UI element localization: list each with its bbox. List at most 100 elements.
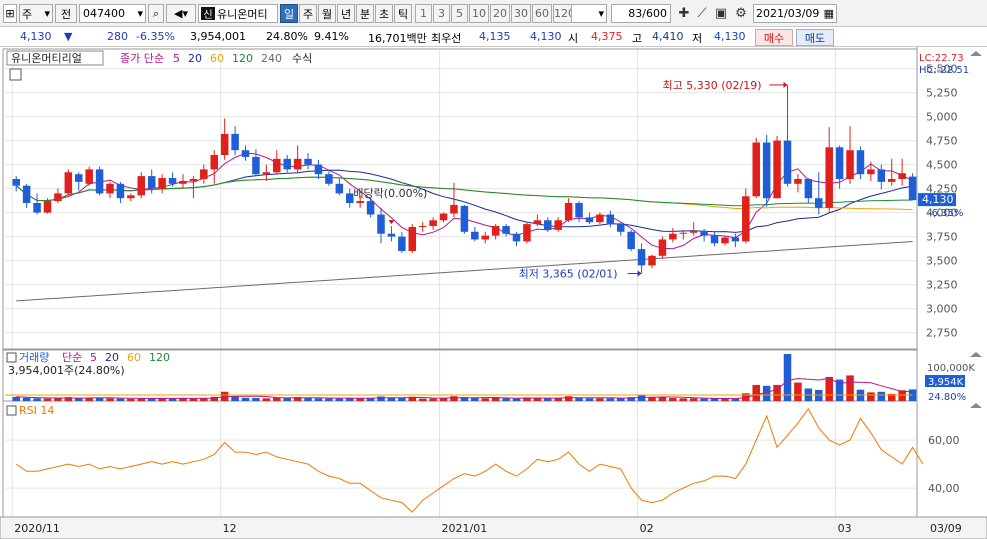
candle-body bbox=[262, 172, 271, 175]
period-button-5[interactable]: 초 bbox=[375, 4, 393, 23]
candle-body bbox=[127, 195, 135, 199]
volume-bar bbox=[43, 398, 52, 401]
range-button[interactable]: 전 bbox=[55, 4, 77, 23]
ma-label: 종가 단순 bbox=[120, 52, 164, 65]
stock-code-input[interactable]: 047400 ▾ bbox=[79, 4, 146, 23]
candle-body bbox=[314, 164, 323, 175]
candle-body bbox=[106, 183, 114, 194]
volume-bar bbox=[575, 397, 583, 401]
hc-label: HC:-22.51 bbox=[919, 65, 969, 76]
candle-body bbox=[908, 176, 917, 201]
candle-body bbox=[783, 140, 792, 184]
volume-bar bbox=[116, 398, 125, 401]
volume-bar bbox=[669, 398, 677, 401]
candle-body bbox=[210, 155, 218, 170]
price-tick-label: 3,250 bbox=[926, 279, 958, 292]
period-button-4[interactable]: 분 bbox=[356, 4, 374, 23]
interval-button-5[interactable]: 5 bbox=[451, 4, 468, 23]
volume-bar bbox=[867, 392, 875, 401]
stock-chart[interactable]: 5,5005,2505,0004,7504,5004,2504,0003,750… bbox=[0, 47, 987, 539]
volume-value-text: 3,954,001주(24.80%) bbox=[8, 364, 125, 377]
lock-icon[interactable]: ⊞ bbox=[3, 4, 17, 23]
period-button-6[interactable]: 틱 bbox=[394, 4, 412, 23]
candle-body bbox=[418, 226, 427, 228]
best-bid-label: 최우선 bbox=[431, 32, 462, 45]
candle-body bbox=[689, 230, 698, 233]
buy-button[interactable]: 매수 bbox=[755, 29, 793, 46]
crosshair-icon[interactable]: ✚ bbox=[676, 4, 692, 23]
save-icon[interactable]: ▣ bbox=[713, 4, 729, 23]
interval-button-30[interactable]: 30 bbox=[511, 4, 531, 23]
interval-button-60[interactable]: 60 bbox=[532, 4, 552, 23]
low-annotation: 최저 3,365 (02/01) bbox=[519, 268, 618, 281]
candle-body bbox=[762, 142, 771, 199]
date-field[interactable]: 2021/03/09 ▦ bbox=[753, 4, 837, 23]
interval-button-20[interactable]: 20 bbox=[490, 4, 510, 23]
volume-bar bbox=[512, 398, 521, 401]
volume-bar bbox=[794, 382, 802, 401]
quote-volume: 3,954,001 bbox=[190, 30, 246, 43]
volume-bar bbox=[596, 398, 604, 401]
candle-body bbox=[74, 174, 83, 182]
interval-button-10[interactable]: 10 bbox=[469, 4, 489, 23]
candle-body bbox=[64, 172, 73, 194]
volume-bar bbox=[241, 397, 250, 401]
ma-period-label: 5 bbox=[173, 52, 180, 65]
candle-body bbox=[345, 193, 354, 203]
candle-body bbox=[377, 214, 385, 234]
candle-body bbox=[877, 169, 886, 182]
volume-bar bbox=[491, 397, 500, 401]
candle-body bbox=[669, 233, 677, 240]
candle-body bbox=[731, 237, 740, 242]
volume-bar bbox=[544, 398, 552, 401]
volume-bar bbox=[450, 396, 458, 401]
period-button-0[interactable]: 일 bbox=[280, 4, 298, 23]
line-tool-icon[interactable]: ⟋ bbox=[694, 4, 710, 23]
interval-button-1[interactable]: 1 bbox=[415, 4, 432, 23]
speaker-icon[interactable]: ◀▾ bbox=[166, 4, 196, 23]
volume-bar bbox=[783, 354, 792, 401]
candle-body bbox=[147, 176, 156, 189]
price-tick-label: 3,000 bbox=[926, 303, 958, 316]
volume-bar bbox=[689, 398, 698, 401]
candle-body bbox=[356, 201, 364, 203]
period-button-2[interactable]: 월 bbox=[318, 4, 336, 23]
candle-body bbox=[637, 249, 646, 266]
stock-name: 신 유니온머티 bbox=[198, 4, 278, 23]
volume-bar bbox=[252, 398, 260, 401]
formula-label: 수식 bbox=[292, 52, 312, 65]
volume-ma-period: 60 bbox=[127, 351, 141, 364]
search-icon[interactable]: ⌕ bbox=[148, 4, 164, 23]
low-label: 저 bbox=[692, 32, 703, 45]
candle-body bbox=[856, 150, 865, 175]
candle-body bbox=[898, 173, 906, 179]
interval-dropdown[interactable]: ▾ bbox=[571, 4, 607, 23]
volume-bar bbox=[752, 384, 760, 401]
count-field[interactable]: 83/600 bbox=[611, 4, 671, 23]
ma-period-label: 120 bbox=[232, 52, 253, 65]
candle-body bbox=[116, 183, 125, 199]
sell-button[interactable]: 매도 bbox=[796, 29, 834, 46]
candle-body bbox=[825, 147, 833, 208]
open-label: 시 bbox=[568, 32, 579, 45]
rsi-tick-label: 40,00 bbox=[928, 482, 960, 495]
price-tick-label: 4,500 bbox=[926, 159, 958, 172]
new-badge: 신 bbox=[201, 7, 215, 21]
candle-body bbox=[408, 227, 417, 251]
period-button-1[interactable]: 주 bbox=[299, 4, 317, 23]
candle-body bbox=[752, 142, 760, 197]
gear-icon[interactable]: ⚙ bbox=[733, 4, 749, 23]
candle-body bbox=[616, 224, 625, 232]
candle-body bbox=[627, 231, 635, 250]
candle-body bbox=[43, 201, 52, 213]
candle-body bbox=[33, 203, 41, 213]
candle-body bbox=[471, 231, 479, 240]
volume-bar bbox=[439, 398, 448, 401]
candle-body bbox=[450, 204, 458, 214]
market-select[interactable]: 주 ▾ bbox=[19, 4, 53, 23]
candle-body bbox=[429, 220, 437, 227]
interval-button-3[interactable]: 3 bbox=[433, 4, 450, 23]
period-button-3[interactable]: 년 bbox=[337, 4, 355, 23]
candle-body bbox=[846, 150, 854, 179]
low-value: 4,130 bbox=[714, 30, 746, 43]
